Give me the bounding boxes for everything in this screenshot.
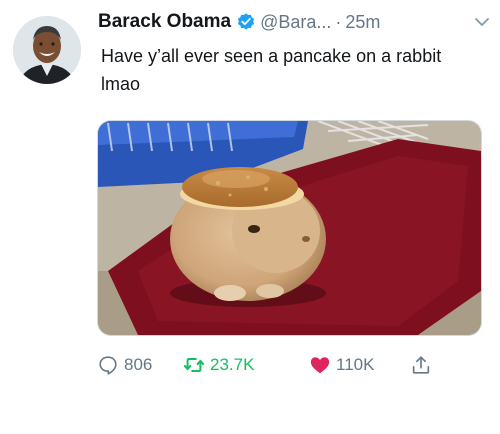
reply-button[interactable]: 806 <box>97 350 152 380</box>
tweet-text: Have y’all ever seen a pancake on a rabb… <box>101 46 442 94</box>
verified-badge-icon <box>236 12 256 32</box>
header-separator: · <box>335 11 342 32</box>
rabbit-pancake-photo <box>98 121 481 335</box>
retweet-button[interactable]: 23.7K <box>183 350 254 380</box>
retweet-icon <box>183 358 205 372</box>
author-name[interactable]: Barack Obama <box>98 11 231 33</box>
tweet-card[interactable]: Barack Obama @Bara... · 25m Have y’all e… <box>0 0 500 434</box>
heart-icon <box>310 357 330 374</box>
tweet-actions: 806 23.7K 110K <box>97 350 477 380</box>
share-button[interactable] <box>410 350 432 380</box>
like-button[interactable]: 110K <box>309 350 374 380</box>
reply-count: 806 <box>124 355 153 374</box>
tweet-photo[interactable] <box>97 120 482 336</box>
reply-bubble-icon <box>99 356 117 375</box>
retweet-count: 23.7K <box>210 355 255 374</box>
tweet-header: Barack Obama @Bara... · 25m <box>98 7 493 37</box>
avatar[interactable] <box>13 16 81 84</box>
chevron-down-icon[interactable] <box>473 13 491 31</box>
avatar-image <box>13 16 81 84</box>
tweet-timestamp[interactable]: 25m <box>345 12 380 33</box>
share-icon <box>412 356 430 374</box>
author-handle[interactable]: @Bara... <box>260 12 331 33</box>
like-count: 110K <box>336 355 375 374</box>
